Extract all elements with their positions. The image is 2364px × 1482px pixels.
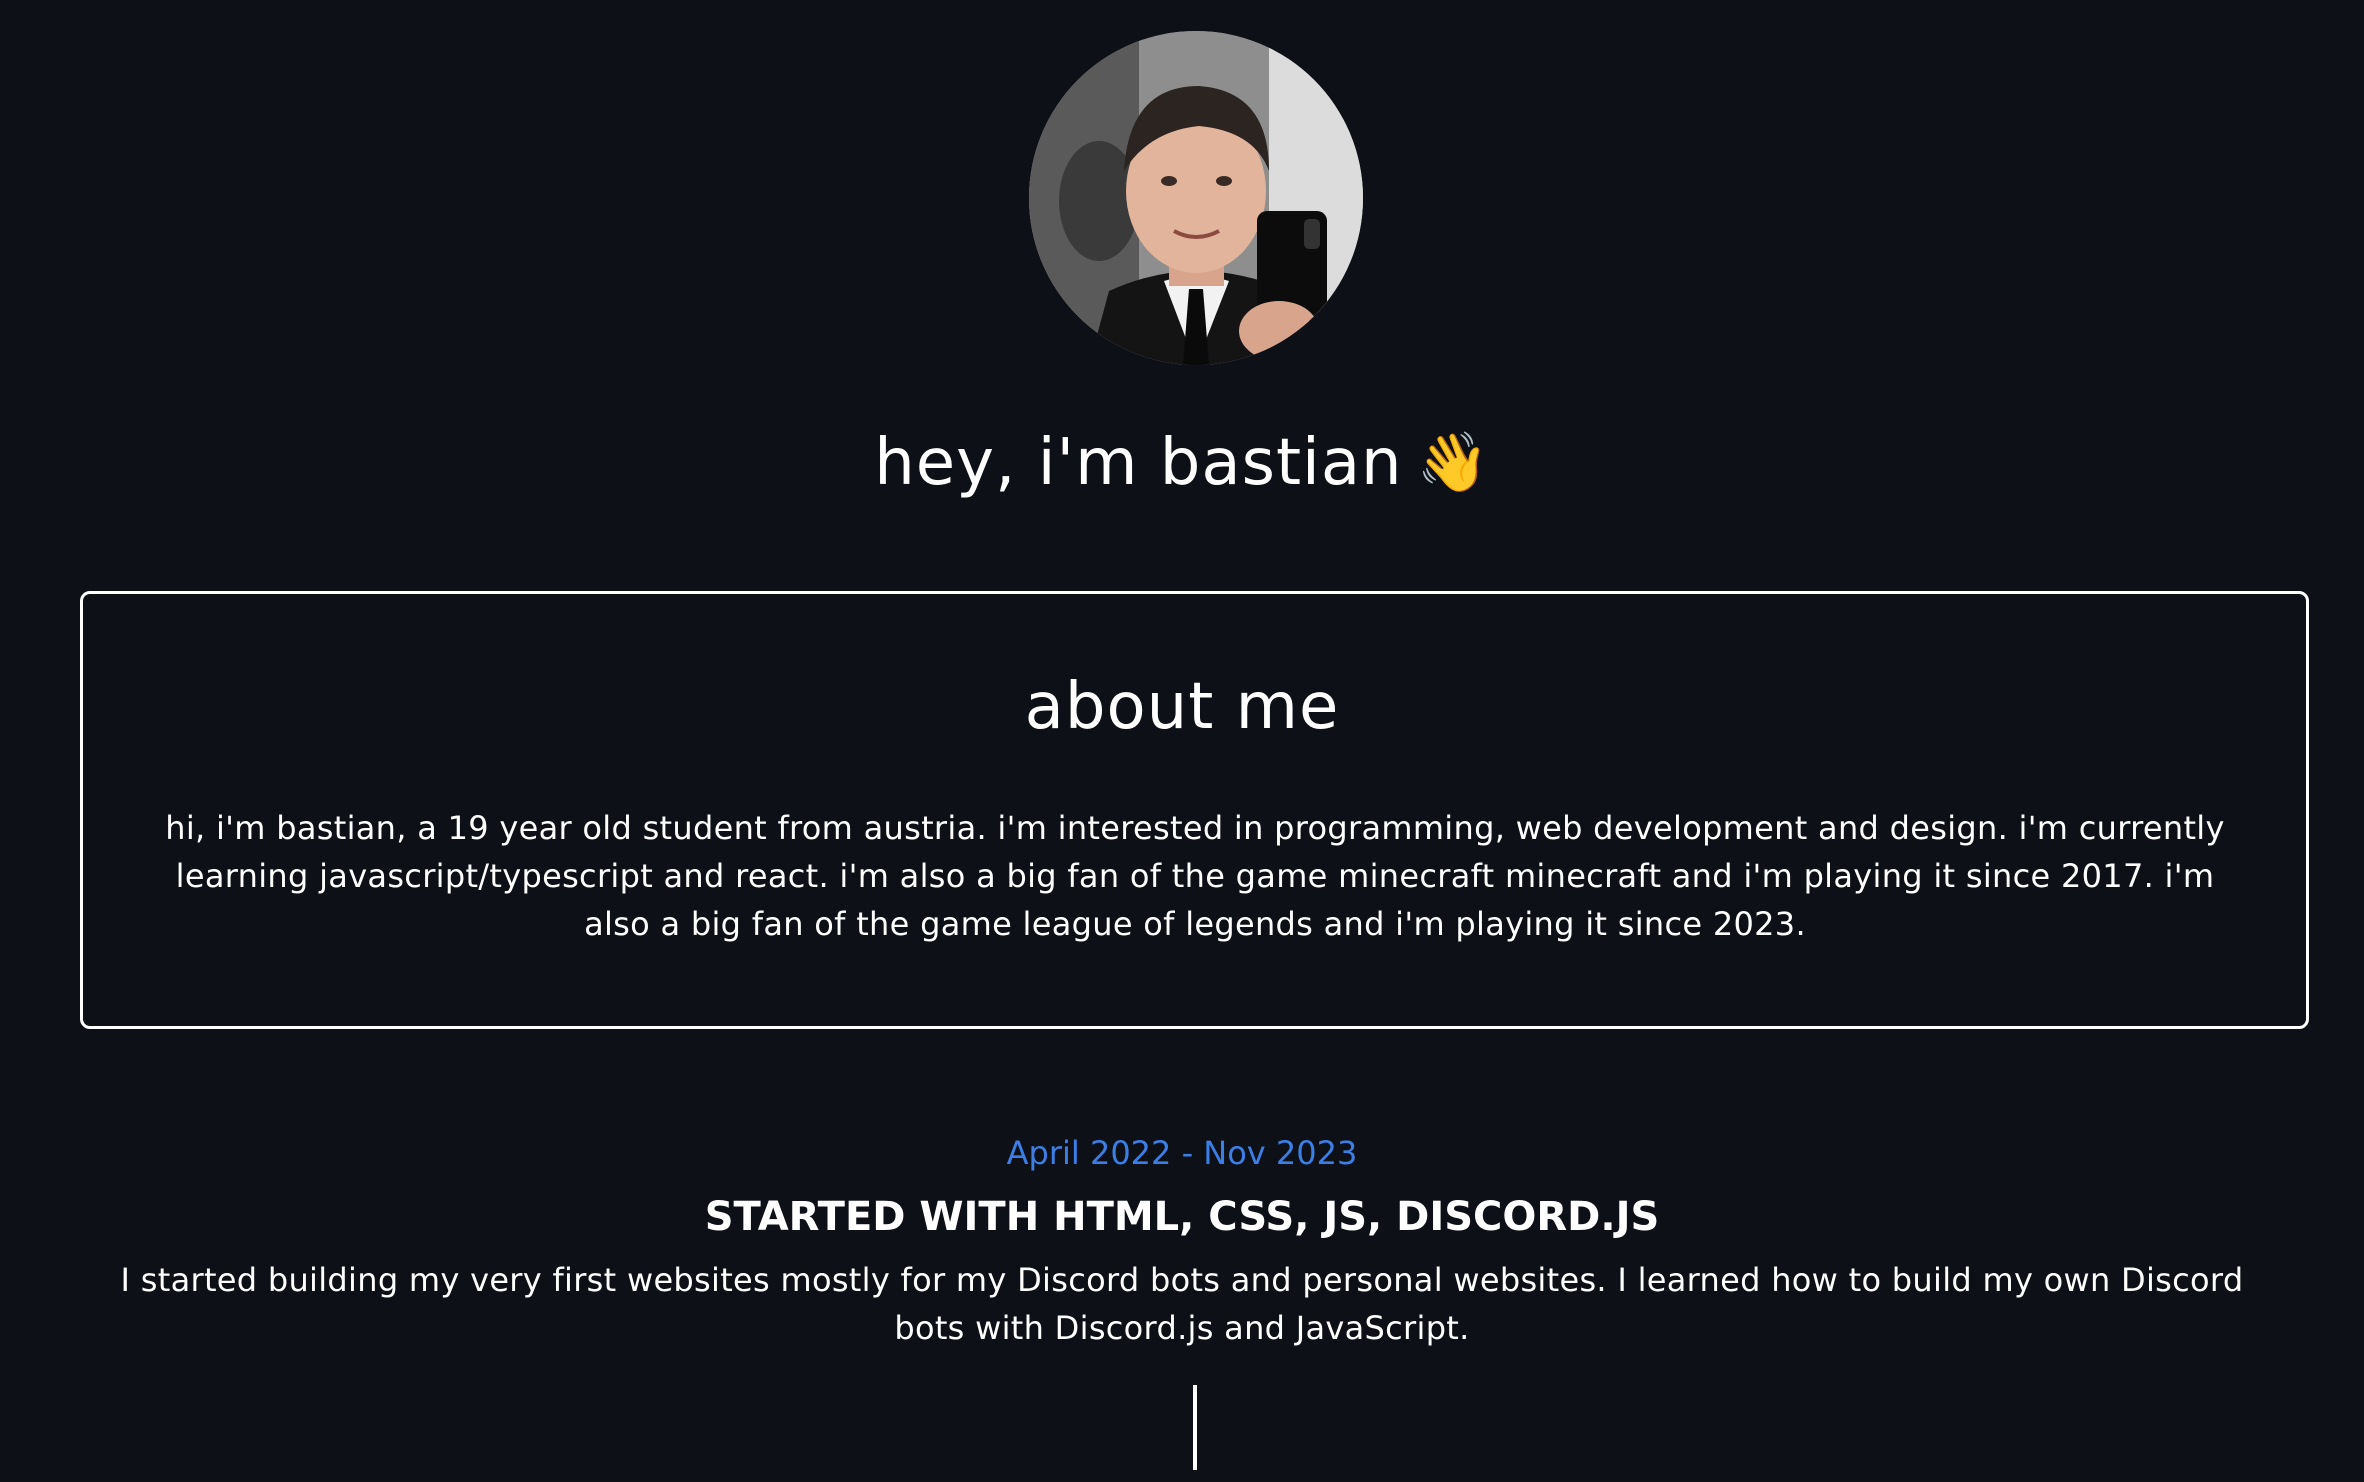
page: hey, i'm bastian 👋 about me hi, i'm basti… [0,0,2364,1482]
waving-hand-icon: 👋 [1416,428,1490,496]
timeline-date: April 2022 - Nov 2023 [1006,1134,1358,1172]
greeting-text: hey, i'm bastian [874,426,1403,500]
about-text: hi, i'm bastian, a 19 year old student f… [165,809,2225,943]
timeline-description: I started building my very first website… [120,1261,2244,1347]
timeline-title: STARTED WITH HTML, CSS, JS, DISCORD.JS [704,1194,1660,1240]
about-title: about me [1024,670,1340,744]
avatar [1029,31,1363,365]
timeline-connector [1193,1385,1197,1470]
hero-greeting: hey, i'm bastian 👋 [0,416,2364,509]
avatar-photo [1029,31,1363,365]
